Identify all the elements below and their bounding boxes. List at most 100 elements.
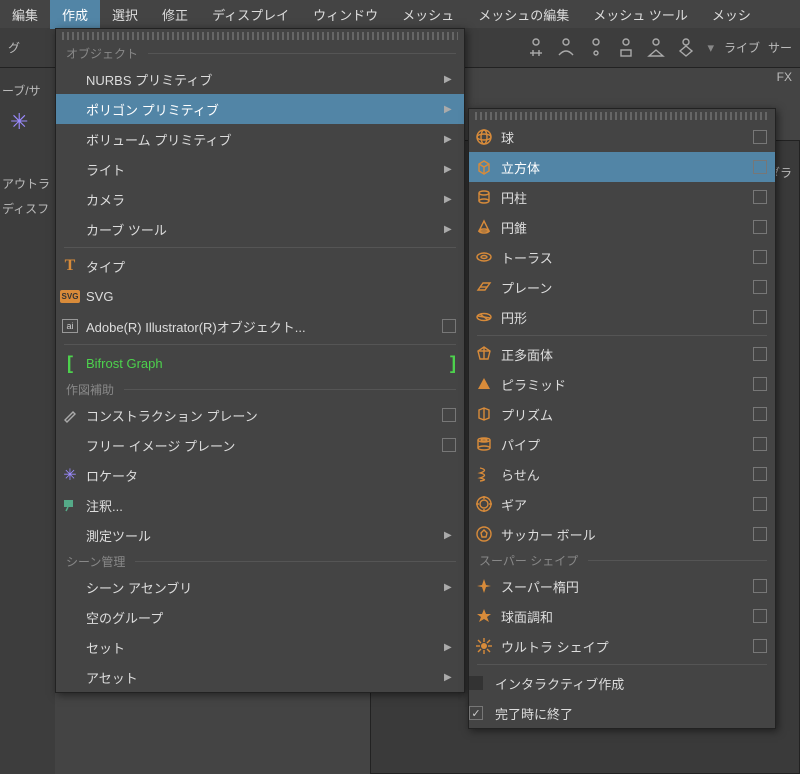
- snap-live-icon[interactable]: [673, 35, 699, 61]
- pipe-icon: [469, 435, 499, 453]
- item-disc[interactable]: 円形: [469, 302, 775, 332]
- item-nurbs-primitives[interactable]: NURBS プリミティブ▶: [56, 64, 464, 94]
- item-pipe[interactable]: パイプ: [469, 429, 775, 459]
- snap-curve-icon[interactable]: [553, 35, 579, 61]
- polygon-primitives-submenu: 球 立方体 円柱 円錐 トーラス プレーン 円形 正多面体 ピラミッド プリズム…: [468, 108, 776, 729]
- item-curve-tools[interactable]: カーブ ツール▶: [56, 214, 464, 244]
- submenu-arrow-icon: ▶: [444, 582, 456, 593]
- options-box[interactable]: [753, 280, 767, 294]
- options-box[interactable]: [753, 407, 767, 421]
- torus-icon: [469, 248, 499, 266]
- section-supershape: スーパー シェイプ: [469, 549, 775, 571]
- item-bifrost-graph[interactable]: [ Bifrost Graph ]: [56, 348, 464, 378]
- annotation-icon: [56, 497, 84, 513]
- options-box[interactable]: [442, 408, 456, 422]
- options-box[interactable]: [753, 220, 767, 234]
- item-locator[interactable]: ✳ ロケータ: [56, 460, 464, 490]
- snap-grid-icon[interactable]: [523, 35, 549, 61]
- item-pyramid[interactable]: ピラミッド: [469, 369, 775, 399]
- options-box[interactable]: [753, 497, 767, 511]
- menu-mesh[interactable]: メッシュ: [390, 0, 466, 29]
- item-cone[interactable]: 円錐: [469, 212, 775, 242]
- item-adobe-illustrator[interactable]: ai Adobe(R) Illustrator(R)オブジェクト...: [56, 311, 464, 341]
- prism-icon: [469, 405, 499, 423]
- item-camera[interactable]: カメラ▶: [56, 184, 464, 214]
- item-cube[interactable]: 立方体: [469, 152, 775, 182]
- options-box[interactable]: [753, 609, 767, 623]
- item-type[interactable]: T タイプ: [56, 251, 464, 281]
- menu-select[interactable]: 選択: [100, 0, 150, 29]
- item-soccerball[interactable]: サッカー ボール: [469, 519, 775, 549]
- item-ultra-shape[interactable]: ウルトラ シェイプ: [469, 631, 775, 661]
- star-icon: [469, 607, 499, 625]
- submenu-arrow-icon: ▶: [444, 194, 456, 205]
- menu-create[interactable]: 作成: [50, 0, 100, 29]
- options-box[interactable]: [753, 377, 767, 391]
- options-box[interactable]: [753, 527, 767, 541]
- item-torus[interactable]: トーラス: [469, 242, 775, 272]
- snap-proj-icon[interactable]: [613, 35, 639, 61]
- snap-point-icon[interactable]: [583, 35, 609, 61]
- options-box[interactable]: [753, 130, 767, 144]
- options-box[interactable]: [753, 579, 767, 593]
- item-interactive-create[interactable]: インタラクティブ作成: [469, 668, 775, 698]
- item-asset[interactable]: アセット▶: [56, 662, 464, 692]
- menu-display[interactable]: ディスプレイ: [200, 0, 301, 29]
- menu-modify[interactable]: 修正: [150, 0, 200, 29]
- item-platonic[interactable]: 正多面体: [469, 339, 775, 369]
- helix-icon: [469, 465, 499, 483]
- options-box[interactable]: [753, 190, 767, 204]
- menu-window[interactable]: ウィンドウ: [301, 0, 390, 29]
- submenu-arrow-icon: ▶: [444, 642, 456, 653]
- dropdown-arrow-icon[interactable]: ▾: [707, 40, 714, 56]
- options-box[interactable]: [753, 467, 767, 481]
- options-box[interactable]: [753, 310, 767, 324]
- item-svg[interactable]: SVG SVG: [56, 281, 464, 311]
- item-super-ellipse[interactable]: スーパー楕円: [469, 571, 775, 601]
- item-empty-group[interactable]: 空のグループ: [56, 602, 464, 632]
- menu-edit[interactable]: 編集: [0, 0, 50, 29]
- checkbox-unchecked[interactable]: [469, 676, 483, 690]
- item-gear[interactable]: ギア: [469, 489, 775, 519]
- snap-plane-icon[interactable]: [643, 35, 669, 61]
- item-cylinder[interactable]: 円柱: [469, 182, 775, 212]
- soccerball-icon: [469, 525, 499, 543]
- item-annotation[interactable]: 注釈...: [56, 490, 464, 520]
- cube-icon: [469, 158, 499, 176]
- menu-meshedit[interactable]: メッシュの編集: [466, 0, 581, 29]
- submenu-arrow-icon: ▶: [444, 134, 456, 145]
- options-box[interactable]: [753, 347, 767, 361]
- options-box[interactable]: [442, 319, 456, 333]
- item-polygon-primitives[interactable]: ポリゴン プリミティブ▶: [56, 94, 464, 124]
- menu-mesh-trunc[interactable]: メッシ: [700, 0, 763, 29]
- options-box[interactable]: [753, 639, 767, 653]
- options-box[interactable]: [442, 438, 456, 452]
- options-box[interactable]: [753, 160, 767, 174]
- burst-icon: [469, 637, 499, 655]
- submenu-arrow-icon: ▶: [444, 74, 456, 85]
- item-set[interactable]: セット▶: [56, 632, 464, 662]
- item-construction-plane[interactable]: コンストラクション プレーン: [56, 400, 464, 430]
- item-lights[interactable]: ライト▶: [56, 154, 464, 184]
- menu-tearoff-handle[interactable]: [62, 32, 458, 40]
- item-plane[interactable]: プレーン: [469, 272, 775, 302]
- item-measure-tools[interactable]: 測定ツール▶: [56, 520, 464, 550]
- create-menu: オブジェクト NURBS プリミティブ▶ ポリゴン プリミティブ▶ ボリューム …: [55, 28, 465, 693]
- options-box[interactable]: [753, 250, 767, 264]
- item-free-image-plane[interactable]: フリー イメージ プレーン: [56, 430, 464, 460]
- options-box[interactable]: [753, 437, 767, 451]
- checkbox-checked[interactable]: ✓: [469, 706, 483, 720]
- menu-meshtool[interactable]: メッシュ ツール: [581, 0, 700, 29]
- type-icon: T: [56, 257, 84, 275]
- item-helix[interactable]: らせん: [469, 459, 775, 489]
- menu-tearoff-handle[interactable]: [475, 112, 769, 120]
- item-volume-primitives[interactable]: ボリューム プリミティブ▶: [56, 124, 464, 154]
- submenu-arrow-icon: ▶: [444, 164, 456, 175]
- item-exit-on-complete[interactable]: ✓ 完了時に終了: [469, 698, 775, 728]
- plane-icon: [469, 278, 499, 296]
- item-prism[interactable]: プリズム: [469, 399, 775, 429]
- item-scene-assembly[interactable]: シーン アセンブリ▶: [56, 572, 464, 602]
- item-sphere[interactable]: 球: [469, 122, 775, 152]
- svg-icon: SVG: [56, 290, 84, 303]
- item-spherical-harmonic[interactable]: 球面調和: [469, 601, 775, 631]
